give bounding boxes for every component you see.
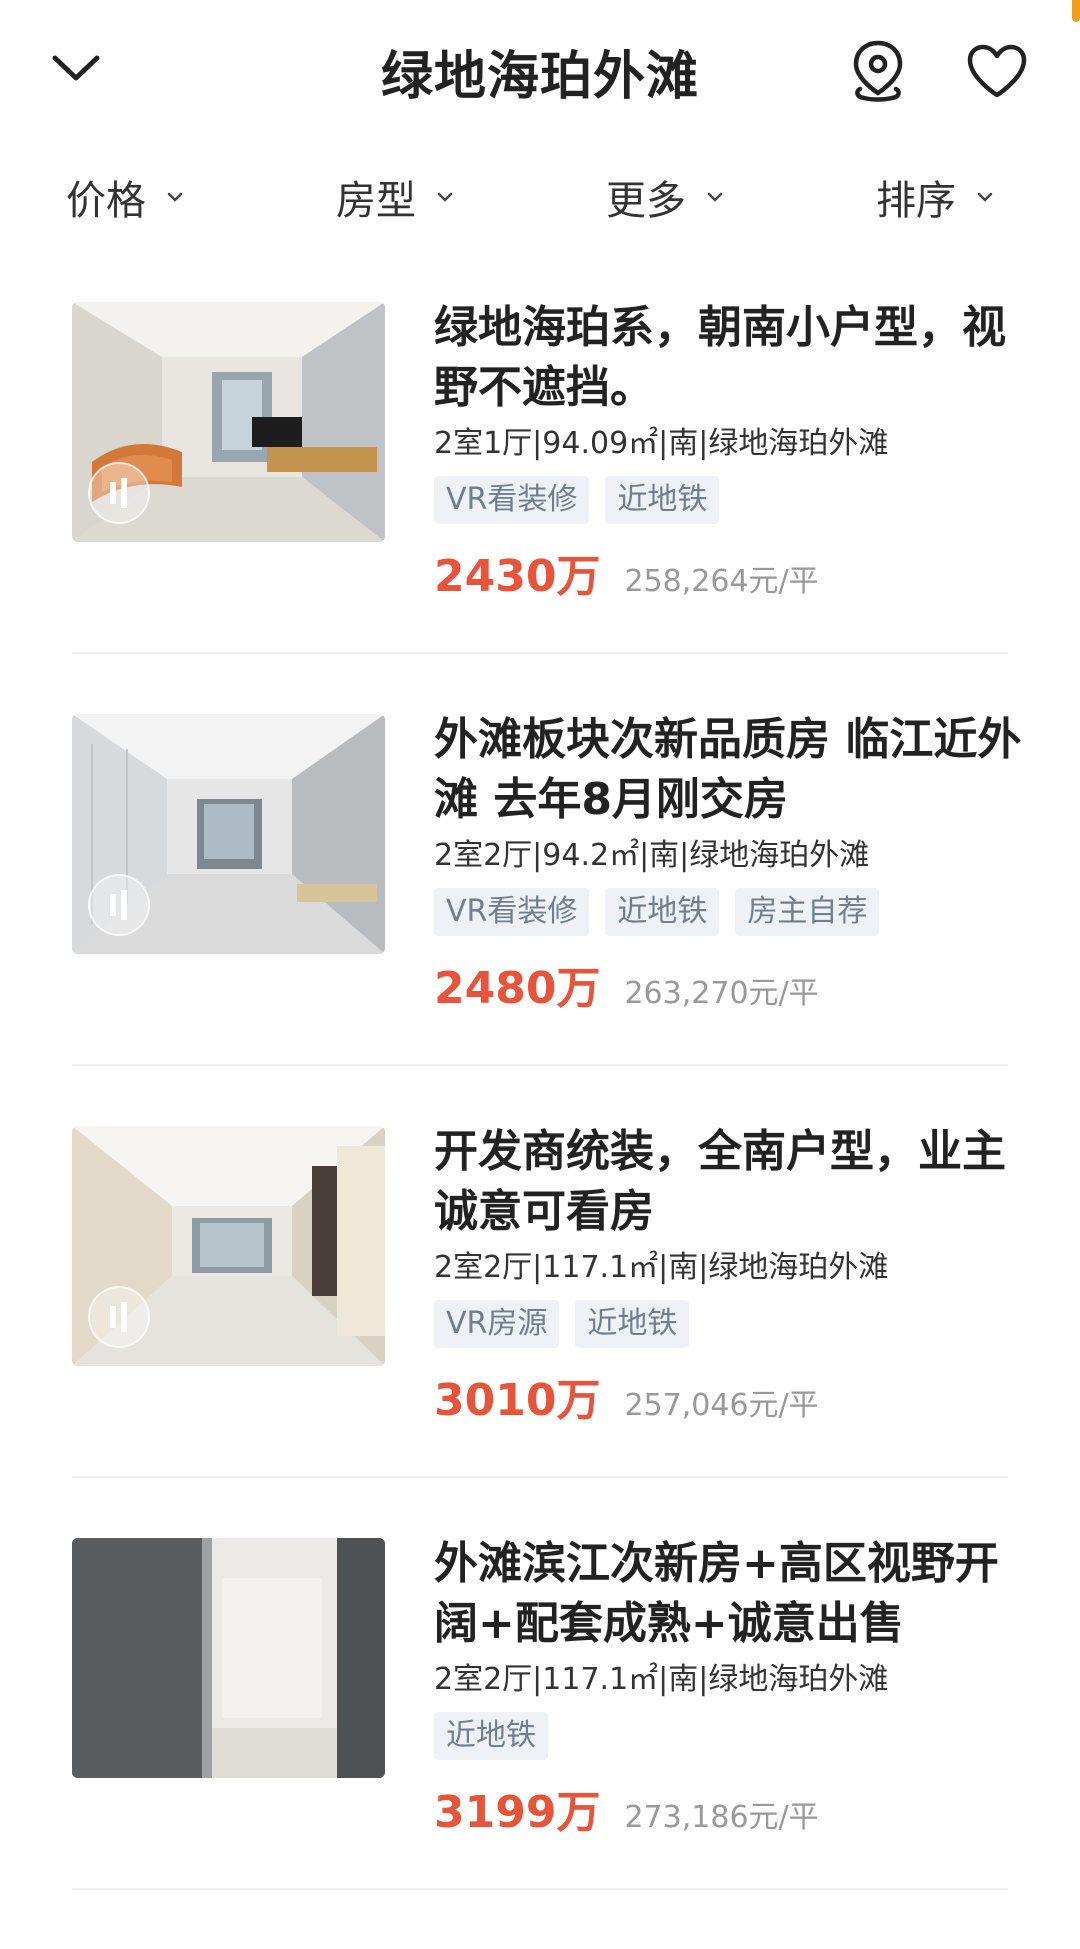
listing-photo[interactable] bbox=[72, 714, 385, 954]
filter-label: 价格 bbox=[66, 178, 146, 224]
chevron-down-icon bbox=[704, 186, 726, 208]
tag: VR看装修 bbox=[434, 888, 590, 936]
map-button[interactable] bbox=[845, 40, 911, 106]
listing-specs: 2室2厅|117.1㎡|南|绿地海珀外滩 bbox=[434, 1250, 889, 1285]
map-pin-icon bbox=[850, 39, 906, 107]
filter-more[interactable]: 更多 bbox=[606, 162, 726, 232]
tag-list: VR房源 近地铁 bbox=[434, 1300, 1024, 1348]
total-price: 2430万 bbox=[434, 551, 601, 602]
favorite-button[interactable] bbox=[962, 40, 1032, 106]
tag-list: 近地铁 bbox=[434, 1712, 1024, 1760]
tag: 近地铁 bbox=[605, 476, 720, 524]
listing-page: 绿地海珀外滩 价格 房型 更多 排序 绿地海珀系，朝南小户型，视野不遮挡。 2室… bbox=[0, 0, 1080, 1949]
listing-info: 外滩板块次新品质房 临江近外滩 去年8月刚交房 2室2厅|94.2㎡|南|绿地海… bbox=[434, 714, 1024, 1016]
tag-list: VR看装修 近地铁 bbox=[434, 476, 1024, 524]
vr-badge-icon bbox=[88, 1286, 150, 1348]
filter-sort[interactable]: 排序 bbox=[876, 162, 996, 232]
tag: VR看装修 bbox=[434, 476, 590, 524]
listing-photo[interactable] bbox=[72, 1126, 385, 1366]
page-title: 绿地海珀外滩 bbox=[380, 47, 699, 107]
price-row: 3010万 257,046元/平 bbox=[434, 1364, 1024, 1428]
divider bbox=[72, 1888, 1008, 1890]
filter-price[interactable]: 价格 bbox=[66, 162, 186, 232]
listing-title: 外滩滨江次新房+高区视野开阔+配套成熟+诚意出售 bbox=[434, 1538, 999, 1649]
header-bar: 绿地海珀外滩 bbox=[0, 0, 1080, 150]
filter-label: 排序 bbox=[876, 178, 956, 224]
filter-bar: 价格 房型 更多 排序 bbox=[0, 162, 1080, 232]
total-price: 3199万 bbox=[434, 1787, 601, 1838]
price-row: 2480万 263,270元/平 bbox=[434, 952, 1024, 1016]
chevron-down-icon bbox=[974, 186, 996, 208]
unit-price: 258,264元/平 bbox=[624, 564, 819, 599]
price-row: 2430万 258,264元/平 bbox=[434, 540, 1024, 604]
listing-photo[interactable] bbox=[72, 1538, 385, 1778]
tag: VR房源 bbox=[434, 1300, 560, 1348]
tag: 房主自荐 bbox=[735, 888, 880, 936]
listing-specs: 2室2厅|94.2㎡|南|绿地海珀外滩 bbox=[434, 838, 870, 873]
tag: 近地铁 bbox=[575, 1300, 690, 1348]
unit-price: 263,270元/平 bbox=[624, 976, 819, 1011]
listing-photo[interactable] bbox=[72, 302, 385, 542]
unit-price: 273,186元/平 bbox=[624, 1800, 819, 1835]
heart-icon bbox=[966, 43, 1028, 103]
vr-badge-icon bbox=[88, 462, 150, 524]
listing-info: 开发商统装，全南户型，业主诚意可看房 2室2厅|117.1㎡|南|绿地海珀外滩 … bbox=[434, 1126, 1024, 1428]
filter-label: 房型 bbox=[336, 178, 416, 224]
listing-info: 外滩滨江次新房+高区视野开阔+配套成熟+诚意出售 2室2厅|117.1㎡|南|绿… bbox=[434, 1538, 1024, 1840]
listing-info: 绿地海珀系，朝南小户型，视野不遮挡。 2室1厅|94.09㎡|南|绿地海珀外滩 … bbox=[434, 302, 1024, 604]
corner-accent bbox=[1072, 0, 1080, 22]
chevron-down-icon bbox=[164, 186, 186, 208]
price-row: 3199万 273,186元/平 bbox=[434, 1776, 1024, 1840]
filter-layout[interactable]: 房型 bbox=[336, 162, 456, 232]
tag: 近地铁 bbox=[434, 1712, 548, 1760]
divider bbox=[72, 1064, 1008, 1066]
chevron-down-icon bbox=[434, 186, 456, 208]
listing-title: 绿地海珀系，朝南小户型，视野不遮挡。 bbox=[434, 302, 1006, 413]
listing-title: 开发商统装，全南户型，业主诚意可看房 bbox=[434, 1126, 1006, 1237]
listing-specs: 2室1厅|94.09㎡|南|绿地海珀外滩 bbox=[434, 426, 889, 461]
listing-title: 外滩板块次新品质房 临江近外滩 去年8月刚交房 bbox=[434, 714, 1022, 825]
divider bbox=[72, 1476, 1008, 1478]
total-price: 3010万 bbox=[434, 1375, 601, 1426]
tag-list: VR看装修 近地铁 房主自荐 bbox=[434, 888, 1024, 936]
unit-price: 257,046元/平 bbox=[624, 1388, 819, 1423]
divider bbox=[72, 652, 1008, 654]
listing-specs: 2室2厅|117.1㎡|南|绿地海珀外滩 bbox=[434, 1662, 889, 1697]
vr-badge-icon bbox=[88, 874, 150, 936]
filter-label: 更多 bbox=[606, 178, 686, 224]
tag: 近地铁 bbox=[605, 888, 720, 936]
total-price: 2480万 bbox=[434, 963, 601, 1014]
